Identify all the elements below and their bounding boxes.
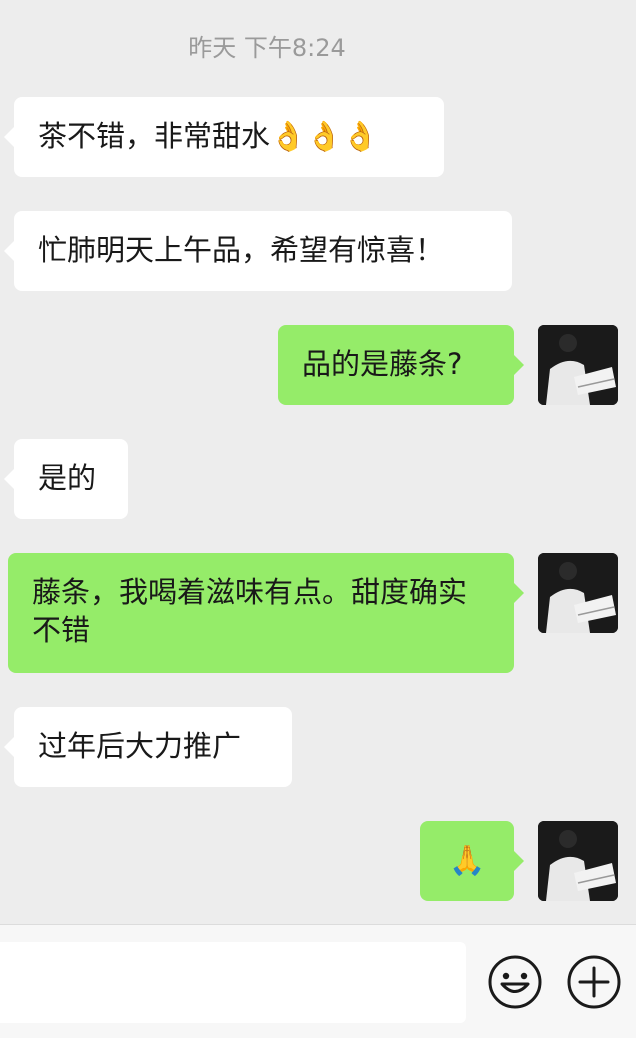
message-bubble-outgoing[interactable]: 品的是藤条?: [278, 325, 524, 405]
avatar[interactable]: [538, 325, 618, 405]
message-bubble-incoming[interactable]: 忙肺明天上午品，希望有惊喜！: [4, 211, 512, 291]
message-text: 🙏: [448, 843, 486, 877]
message-text: 忙肺明天上午品，希望有惊喜！: [38, 233, 445, 267]
timestamp: 昨天 下午8:24: [188, 34, 346, 62]
message-text: 是的: [38, 461, 97, 495]
message-text: 茶不错，非常甜水👌👌👌: [38, 119, 379, 153]
message-bubble-incoming[interactable]: 茶不错，非常甜水👌👌👌: [4, 97, 444, 177]
avatar-image: [538, 553, 618, 633]
message-bubble-outgoing[interactable]: 🙏: [420, 821, 524, 901]
message-bubble-incoming[interactable]: 过年后大力推广: [4, 707, 292, 787]
message-bubble-outgoing[interactable]: 藤条，我喝着滋味有点。甜度确实不错: [8, 553, 524, 673]
message-text: 过年后大力推广: [38, 729, 242, 763]
avatar[interactable]: [538, 553, 618, 633]
message-input[interactable]: [0, 942, 466, 1023]
message-text: 藤条，我喝着滋味有点。甜度确实不错: [32, 575, 468, 647]
avatar[interactable]: [538, 821, 618, 901]
message-text: 品的是藤条?: [302, 347, 463, 381]
plus-circle-icon[interactable]: [565, 953, 623, 1011]
smiley-icon[interactable]: [486, 953, 544, 1011]
avatar-image: [538, 325, 618, 405]
message-bubble-incoming[interactable]: 是的: [4, 439, 128, 519]
avatar-image: [538, 821, 618, 901]
